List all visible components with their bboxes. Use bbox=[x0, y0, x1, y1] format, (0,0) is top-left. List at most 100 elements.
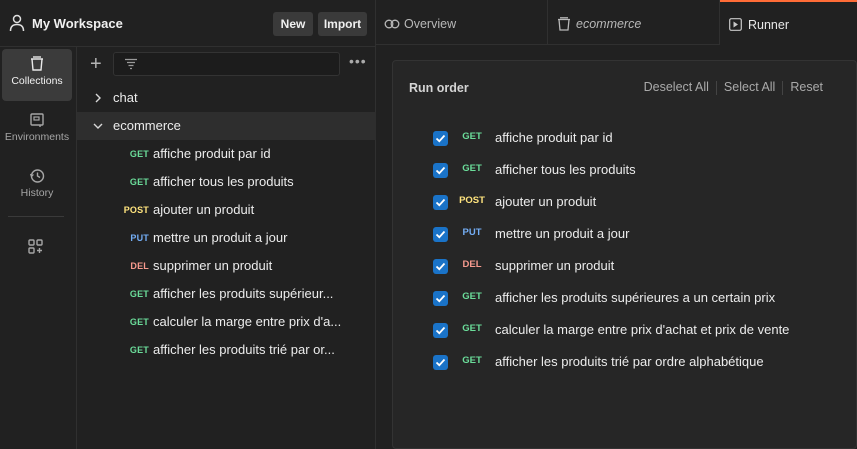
chevron-down-icon[interactable] bbox=[92, 112, 104, 140]
add-collection-icon[interactable]: + bbox=[90, 54, 102, 74]
deselect-all-button[interactable]: Deselect All bbox=[637, 80, 716, 94]
checkbox[interactable] bbox=[433, 227, 448, 242]
rail-item-collections[interactable]: Collections bbox=[2, 49, 72, 101]
method-badge: DEL bbox=[462, 259, 482, 270]
import-button[interactable]: Import bbox=[318, 12, 367, 36]
checkmark-icon bbox=[435, 294, 446, 303]
method-badge: POST bbox=[459, 195, 485, 206]
rail-divider bbox=[8, 216, 64, 217]
tab-runner[interactable]: Runner bbox=[720, 0, 857, 46]
collection-name: chat bbox=[113, 90, 138, 105]
checkmark-icon bbox=[435, 134, 446, 143]
request-item[interactable]: POST ajouter un produit bbox=[77, 196, 376, 224]
tree-toolbar: + ••• bbox=[77, 47, 376, 83]
collection-ecommerce[interactable]: ecommerce bbox=[77, 112, 376, 140]
tab-ecommerce[interactable]: ecommerce bbox=[548, 0, 720, 45]
request-name: ajouter un produit bbox=[153, 202, 255, 217]
checkmark-icon bbox=[435, 358, 446, 367]
request-name: ajouter un produit bbox=[495, 194, 597, 209]
method-badge: PUT bbox=[462, 227, 482, 238]
request-item[interactable]: DEL supprimer un produit bbox=[77, 252, 376, 280]
tab-label: ecommerce bbox=[576, 17, 642, 31]
request-item[interactable]: PUT mettre un produit a jour bbox=[77, 224, 376, 252]
request-name: afficher tous les produits bbox=[495, 162, 636, 177]
chevron-right-icon[interactable] bbox=[92, 84, 104, 112]
checkmark-icon bbox=[435, 262, 446, 271]
checkbox[interactable] bbox=[433, 195, 448, 210]
method-badge: GET bbox=[129, 317, 149, 327]
checkbox[interactable] bbox=[433, 291, 448, 306]
overview-icon bbox=[384, 19, 400, 29]
method-badge: GET bbox=[462, 291, 482, 302]
collection-name: ecommerce bbox=[113, 118, 181, 133]
request-name: afficher les produits supérieur... bbox=[153, 286, 334, 301]
history-icon bbox=[29, 169, 45, 183]
method-badge: POST bbox=[123, 205, 149, 215]
new-button[interactable]: New bbox=[273, 12, 313, 36]
run-item: GET affiche produit par id bbox=[433, 129, 843, 149]
method-badge: GET bbox=[462, 355, 482, 366]
request-name: supprimer un produit bbox=[495, 258, 615, 273]
request-item[interactable]: GET affiche produit par id bbox=[77, 140, 376, 168]
tab-bar: Overview ecommerce Runner bbox=[376, 0, 857, 46]
request-name: affiche produit par id bbox=[153, 146, 271, 161]
rail-item-environments[interactable]: Environments bbox=[2, 105, 72, 157]
method-badge: GET bbox=[129, 177, 149, 187]
run-item: POST ajouter un produit bbox=[433, 193, 843, 213]
run-order-panel: Run order Deselect All Select All Reset GE… bbox=[392, 60, 857, 449]
filter-input[interactable] bbox=[113, 52, 340, 76]
request-name: calculer la marge entre prix d'a... bbox=[153, 314, 342, 329]
checkbox[interactable] bbox=[433, 355, 448, 370]
request-name: afficher tous les produits bbox=[153, 174, 294, 189]
rail-item-history[interactable]: History bbox=[2, 161, 72, 213]
apps-add-icon[interactable] bbox=[27, 238, 45, 256]
sidebar-rail: Collections Environments History bbox=[0, 47, 77, 449]
more-options-icon[interactable]: ••• bbox=[349, 53, 367, 69]
collection-tree: + ••• chat ecommerce GET affiche produit… bbox=[77, 47, 376, 449]
workspace-title[interactable]: My Workspace bbox=[32, 16, 123, 31]
run-item: PUT mettre un produit a jour bbox=[433, 225, 843, 245]
request-name: affiche produit par id bbox=[495, 130, 613, 145]
request-name: calculer la marge entre prix d'achat et … bbox=[495, 322, 790, 337]
tab-label: Overview bbox=[404, 17, 457, 31]
request-name: mettre un produit a jour bbox=[495, 226, 630, 241]
request-name: afficher les produits trié par or... bbox=[153, 342, 335, 357]
request-item[interactable]: GET afficher tous les produits bbox=[77, 168, 376, 196]
runner-icon bbox=[729, 18, 742, 31]
tab-label: Runner bbox=[748, 18, 789, 32]
run-item: GET afficher les produits supérieures a … bbox=[433, 289, 843, 309]
request-item[interactable]: GET afficher les produits supérieur... bbox=[77, 280, 376, 308]
method-badge: GET bbox=[129, 289, 149, 299]
checkbox[interactable] bbox=[433, 259, 448, 274]
method-badge: DEL bbox=[130, 261, 149, 271]
collection-chat[interactable]: chat bbox=[77, 84, 376, 112]
rail-label-environments: Environments bbox=[4, 131, 70, 143]
select-all-button[interactable]: Select All bbox=[717, 80, 782, 94]
checkmark-icon bbox=[435, 198, 446, 207]
environments-icon bbox=[30, 113, 44, 127]
request-name: supprimer un produit bbox=[153, 258, 273, 273]
run-order-heading: Run order bbox=[409, 81, 469, 95]
checkmark-icon bbox=[435, 230, 446, 239]
reset-button[interactable]: Reset bbox=[783, 80, 830, 94]
request-item[interactable]: GET calculer la marge entre prix d'a... bbox=[77, 308, 376, 336]
checkbox[interactable] bbox=[433, 323, 448, 338]
request-name: afficher les produits trié par ordre alp… bbox=[495, 354, 764, 369]
collections-icon bbox=[31, 56, 43, 71]
checkmark-icon bbox=[435, 166, 446, 175]
rail-label-history: History bbox=[20, 187, 54, 199]
request-name: mettre un produit a jour bbox=[153, 230, 288, 245]
workspace-header: My Workspace New Import bbox=[0, 0, 376, 47]
checkbox[interactable] bbox=[433, 163, 448, 178]
checkbox[interactable] bbox=[433, 131, 448, 146]
method-badge: GET bbox=[462, 163, 482, 174]
request-item[interactable]: GET afficher les produits trié par or... bbox=[77, 336, 376, 364]
method-badge: GET bbox=[129, 345, 149, 355]
run-item: GET afficher tous les produits bbox=[433, 161, 843, 181]
user-icon bbox=[9, 14, 25, 32]
method-badge: GET bbox=[462, 131, 482, 142]
tab-overview[interactable]: Overview bbox=[376, 0, 548, 45]
filter-icon bbox=[125, 58, 137, 70]
method-badge: GET bbox=[462, 323, 482, 334]
run-item: DEL supprimer un produit bbox=[433, 257, 843, 277]
